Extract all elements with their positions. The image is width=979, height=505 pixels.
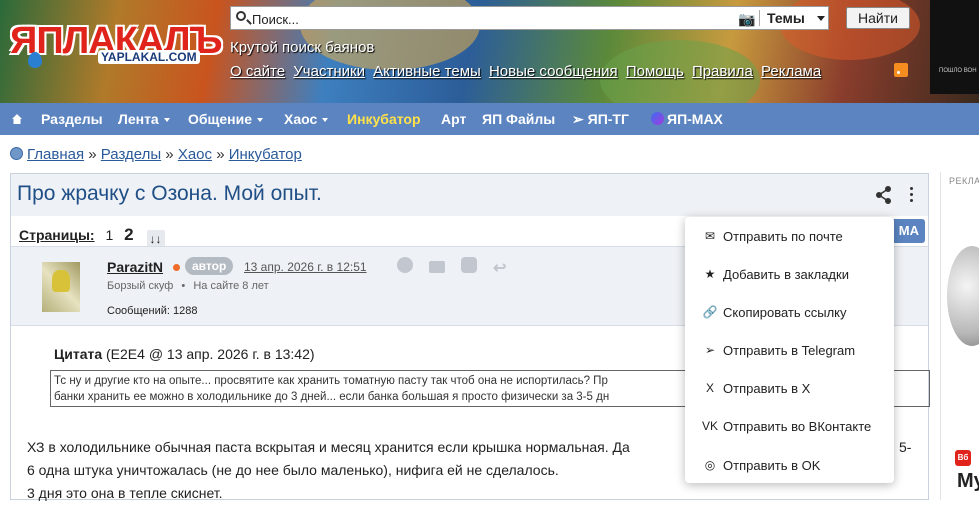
ad-product-image[interactable] [947, 246, 979, 346]
ad-brand-text: Му [957, 470, 979, 492]
star-icon: ★ [704, 267, 716, 281]
search-box: 📷 Темы [230, 6, 829, 30]
author-badge: автор [185, 257, 234, 275]
post-author[interactable]: ParazitN [107, 259, 163, 275]
crumb-chaos[interactable]: Хаос [178, 146, 212, 163]
pages-label[interactable]: Страницы: [19, 227, 95, 243]
vk-icon: VK [702, 419, 719, 433]
drop-icon [28, 52, 42, 68]
telegram-icon: ➢ [704, 343, 716, 357]
reply-icon[interactable]: ↩ [493, 261, 509, 277]
ok-icon: ◎ [704, 458, 716, 472]
quote-icon[interactable] [461, 257, 477, 273]
nav-yap-tg[interactable]: ➢ ЯП-ТГ [572, 111, 629, 128]
page-link-1[interactable]: 1 [105, 227, 113, 243]
nav-incubator[interactable]: Инкубатор [347, 111, 421, 127]
search-input[interactable] [250, 9, 734, 29]
ad-sidebar[interactable]: РЕКЛА Вб Му [940, 172, 979, 500]
ad-brand-icon: Вб [955, 450, 971, 466]
avatar[interactable] [42, 262, 80, 312]
link-rules[interactable]: Правила [692, 63, 753, 80]
nav-yap-max[interactable]: ЯП-MAX [651, 111, 723, 127]
quote-header: Цитата (E2E4 @ 13 апр. 2026 г. в 13:42) [54, 346, 315, 362]
share-menu-item-bookmark[interactable]: ★ Добавить в закладки [685, 255, 894, 293]
post-actions: ↩ [397, 257, 525, 277]
logo-domain: YAPLAKAL.COM [98, 50, 200, 64]
nav-art[interactable]: Арт [441, 111, 466, 127]
page-title: Про жрачку с Озона. Мой опыт. [17, 182, 322, 205]
link-members[interactable]: Участники [293, 63, 365, 80]
nav-feed[interactable]: Лента [118, 111, 170, 127]
user-posts-count: Сообщений: 1288 [107, 305, 198, 317]
more-options-icon[interactable] [904, 184, 918, 206]
crumb-sections[interactable]: Разделы [101, 146, 161, 163]
nav-files[interactable]: ЯП Файлы [482, 111, 555, 127]
nav-chaos[interactable]: Хаос [284, 111, 328, 127]
link-about[interactable]: О сайте [230, 63, 285, 80]
user-title: Борзый скуф [107, 280, 174, 292]
ad-label: РЕКЛА [949, 176, 979, 186]
share-menu-item-email[interactable]: ✉ Отправить по почте [685, 217, 894, 255]
mail-icon[interactable] [429, 261, 445, 273]
home-icon[interactable] [11, 113, 23, 125]
header-thumbnail[interactable]: ПОШЛО ВОН [930, 0, 979, 94]
share-menu-item-ok[interactable]: ◎ Отправить в OK [685, 446, 894, 484]
max-icon [651, 112, 664, 125]
x-icon: X [705, 381, 714, 395]
post-date[interactable]: 13 апр. 2026 г. в 12:51 [244, 260, 367, 274]
camera-icon[interactable]: 📷 [738, 11, 755, 28]
share-menu-item-vk[interactable]: VK Отправить во ВКонтакте [685, 407, 894, 445]
find-button[interactable]: Найти [846, 7, 910, 29]
breadcrumb-icon [10, 147, 23, 160]
user-meta: Борзый скуф • На сайте 8 лет [107, 280, 269, 292]
online-indicator-icon [173, 264, 180, 271]
post-text-line: 3 дня это она в тепле скиснет. [27, 485, 223, 501]
link-active-topics[interactable]: Активные темы [373, 63, 481, 80]
user-since: На сайте 8 лет [193, 280, 269, 292]
breadcrumb: Главная » Разделы » Хаос » Инкубатор [10, 146, 302, 163]
rss-icon[interactable] [894, 63, 908, 77]
site-header: ЯПЛАКАЛЪ YAPLAKAL.COM 📷 Темы Найти Круто… [0, 0, 979, 103]
report-icon[interactable] [397, 257, 413, 273]
quote-meta: (E2E4 @ 13 апр. 2026 г. в 13:42) [106, 346, 315, 362]
crumb-incubator[interactable]: Инкубатор [229, 146, 302, 163]
header-links: О сайте Участники Активные темы Новые со… [230, 63, 825, 80]
nav-sections[interactable]: Разделы [41, 111, 103, 127]
chevron-down-icon[interactable] [817, 16, 825, 21]
link-help[interactable]: Помощь [626, 63, 684, 80]
site-logo[interactable]: ЯПЛАКАЛЪ YAPLAKAL.COM [10, 18, 223, 68]
link-icon: 🔗 [702, 305, 718, 319]
topic-header: Про жрачку с Озона. Мой опыт. [11, 174, 928, 216]
tagline: Крутой поиск баянов [230, 39, 375, 56]
page-current-2: 2 [124, 225, 134, 244]
nav-communication[interactable]: Общение [188, 111, 263, 127]
share-menu-item-copy-link[interactable]: 🔗 Скопировать ссылку [685, 293, 894, 331]
link-ads[interactable]: Реклама [761, 63, 821, 80]
main-nav: Разделы Лента Общение Хаос Инкубатор Арт… [0, 103, 979, 135]
share-icon[interactable] [873, 184, 895, 206]
search-scope-select[interactable]: Темы [767, 10, 805, 26]
share-menu-item-telegram[interactable]: ➢ Отправить в Telegram [685, 331, 894, 369]
search-icon [236, 11, 246, 21]
link-new-messages[interactable]: Новые сообщения [489, 63, 618, 80]
share-menu-item-x[interactable]: X Отправить в X [685, 369, 894, 407]
quote-label: Цитата [54, 346, 103, 362]
mail-icon: ✉ [704, 229, 716, 243]
pagination: Страницы: 1 2 ↓↓ [19, 225, 165, 248]
telegram-icon: ➢ [572, 111, 588, 127]
search-divider [759, 10, 760, 26]
crumb-home[interactable]: Главная [27, 146, 84, 163]
share-menu: ✉ Отправить по почте ★ Добавить в закладки… [685, 217, 894, 483]
